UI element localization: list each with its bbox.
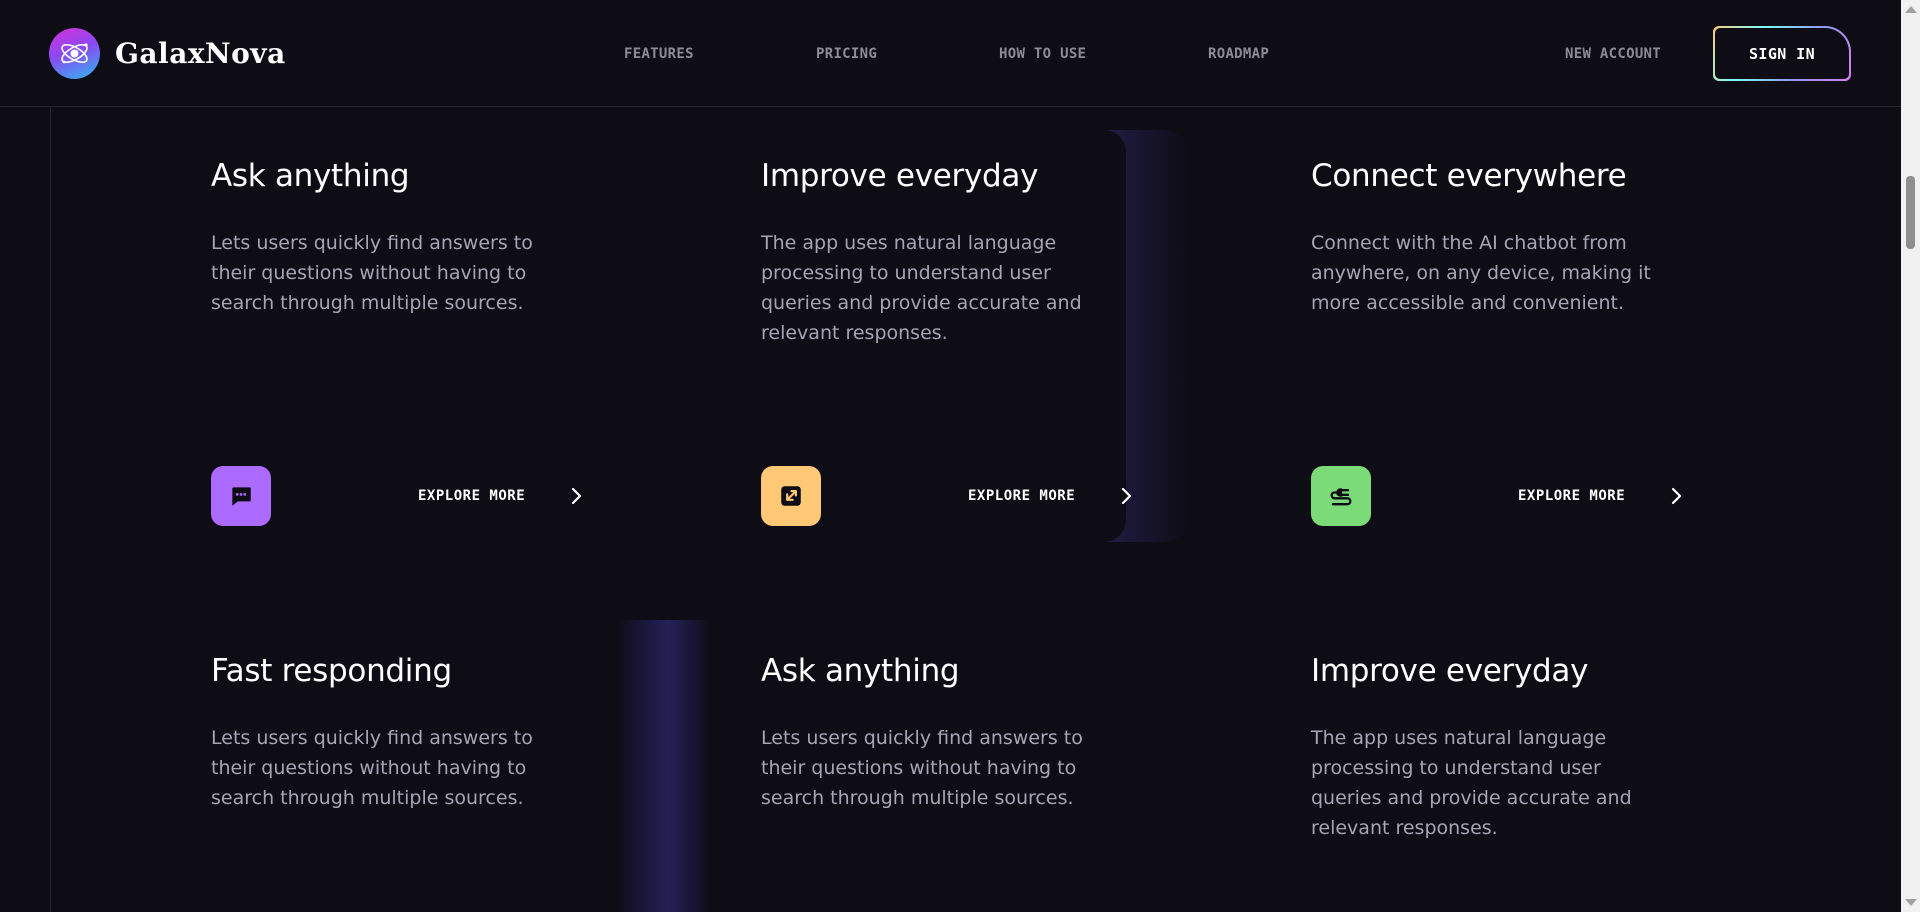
scroll-down-arrow-icon[interactable] (1905, 899, 1917, 906)
chevron-right-icon[interactable] (1116, 486, 1136, 506)
card-description: Connect with the AI chatbot from anywher… (1311, 232, 1651, 314)
card-title: Ask anything (761, 653, 960, 689)
scroll-up-arrow-icon[interactable] (1905, 6, 1917, 13)
sign-in-button[interactable]: SIGN IN (1713, 26, 1851, 81)
card-description: The app uses natural language processing… (761, 232, 1082, 344)
sign-in-label: SIGN IN (1715, 28, 1849, 79)
nav-how-to-use[interactable]: HOW TO USE (999, 46, 1086, 62)
brand-name: GalaxNova (115, 37, 286, 70)
feature-card-fast-responding: Fast responding Lets users quickly find … (211, 653, 611, 813)
card-description: Lets users quickly find answers to their… (211, 727, 533, 809)
top-navigation-bar: GalaxNova FEATURES PRICING HOW TO USE RO… (0, 0, 1901, 107)
card-footer: EXPLORE MORE (211, 466, 601, 526)
expand-arrow-icon (761, 466, 821, 526)
nav-features[interactable]: FEATURES (624, 46, 694, 62)
nav-roadmap[interactable]: ROADMAP (1208, 46, 1269, 62)
feature-card-connect-everywhere: Connect everywhere Connect with the AI c… (1311, 158, 1711, 526)
feature-card-ask-anything-2: Ask anything Lets users quickly find ans… (761, 653, 1161, 813)
card-title: Improve everyday (1311, 653, 1589, 689)
card-description: Lets users quickly find answers to their… (761, 727, 1083, 809)
feature-card-improve-everyday-2: Improve everyday The app uses natural la… (1311, 653, 1711, 843)
explore-more-link[interactable]: EXPLORE MORE (418, 488, 525, 504)
brand-logo[interactable]: GalaxNova (49, 28, 286, 79)
galaxy-logo-icon (49, 28, 100, 79)
card-footer: EXPLORE MORE (1311, 466, 1701, 526)
explore-more-link[interactable]: EXPLORE MORE (968, 488, 1075, 504)
background-glow-strip (616, 620, 712, 912)
new-account-link[interactable]: NEW ACCOUNT (1565, 46, 1661, 62)
scrollbar-thumb[interactable] (1906, 176, 1915, 249)
explore-more-link[interactable]: EXPLORE MORE (1518, 488, 1625, 504)
vertical-scrollbar[interactable] (1901, 0, 1920, 912)
chevron-right-icon[interactable] (1666, 486, 1686, 506)
feature-card-ask-anything: Ask anything Lets users quickly find ans… (211, 158, 611, 526)
card-title: Ask anything (211, 158, 410, 194)
card-footer: EXPLORE MORE (761, 466, 1151, 526)
chevron-right-icon[interactable] (566, 486, 586, 506)
feature-card-improve-everyday: Improve everyday The app uses natural la… (761, 158, 1161, 526)
card-title: Improve everyday (761, 158, 1039, 194)
card-description: The app uses natural language processing… (1311, 727, 1632, 839)
chat-bubble-icon (211, 466, 271, 526)
nav-pricing[interactable]: PRICING (816, 46, 877, 62)
card-title: Fast responding (211, 653, 452, 689)
card-description: Lets users quickly find answers to their… (211, 232, 533, 314)
card-title: Connect everywhere (1311, 158, 1627, 194)
plug-icon (1311, 466, 1371, 526)
left-border-line (50, 107, 51, 912)
